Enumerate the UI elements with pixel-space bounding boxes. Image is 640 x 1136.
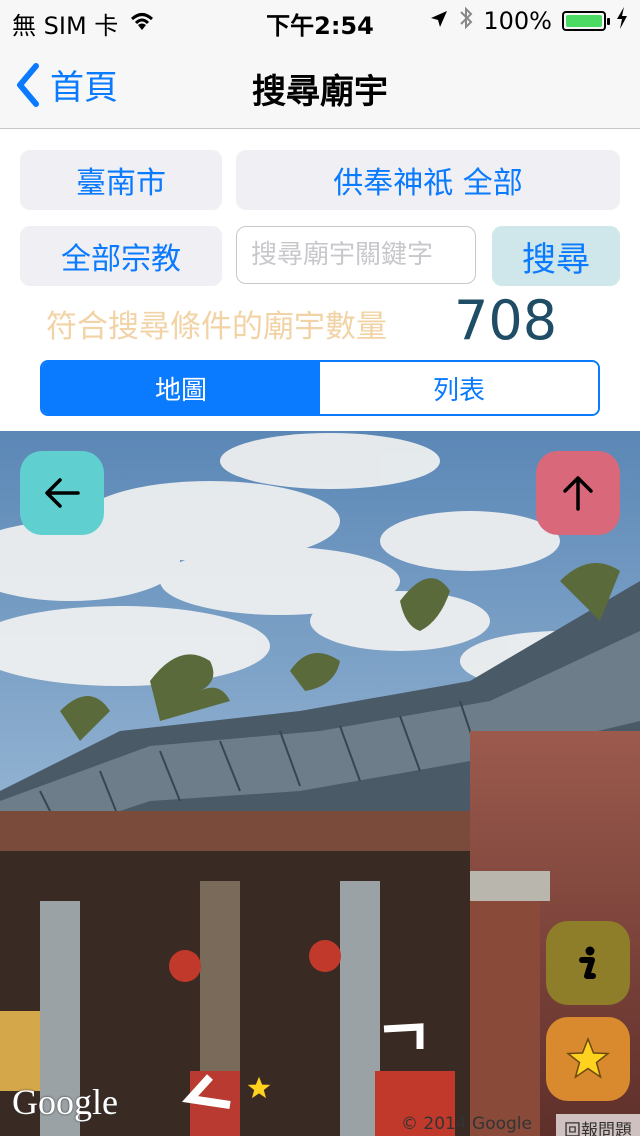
page-title: 搜尋廟宇 (252, 72, 388, 112)
star-icon (247, 1076, 271, 1099)
arrow-up-icon (563, 476, 593, 511)
street-marker (246, 1075, 272, 1105)
copyright-text: © 2014 Google (400, 1114, 532, 1134)
religion-button[interactable]: 全部宗教 (20, 226, 222, 286)
arrow-left-icon (45, 478, 80, 508)
street-back-button[interactable] (20, 451, 104, 535)
location-icon (429, 7, 449, 35)
chevron-left-icon (182, 1074, 231, 1109)
result-count-label: 符合搜尋條件的廟宇數量 (46, 309, 387, 345)
deity-button[interactable]: 供奉神祇 全部 (236, 150, 620, 210)
search-input[interactable] (236, 226, 476, 284)
navigation-arrow[interactable] (180, 1071, 240, 1115)
info-icon (579, 946, 596, 979)
result-count: 708 (454, 289, 558, 352)
bluetooth-icon (459, 6, 473, 36)
battery-icon (562, 11, 610, 31)
star-icon (565, 1036, 611, 1079)
charging-icon (616, 7, 628, 35)
search-button[interactable]: 搜尋 (492, 226, 620, 286)
street-view[interactable]: Google © 2014 Google 回報問題 (0, 431, 640, 1136)
compass-button[interactable] (536, 451, 620, 535)
tab-list[interactable]: 列表 (320, 362, 598, 414)
view-toggle: 地圖 列表 (40, 360, 600, 416)
favorite-button[interactable] (546, 1017, 630, 1101)
battery-percent: 100% (483, 7, 552, 35)
navigation-arrow[interactable] (380, 1023, 430, 1057)
google-logo: Google (12, 1082, 118, 1122)
navigation-bar: 首頁 搜尋廟宇 (0, 40, 640, 129)
tab-map[interactable]: 地圖 (42, 362, 320, 414)
temple-photo (0, 431, 640, 1136)
chevron-right-icon (383, 1023, 424, 1049)
report-problem-link[interactable]: 回報問題 (556, 1114, 640, 1136)
city-button[interactable]: 臺南市 (20, 150, 222, 210)
info-button[interactable] (546, 921, 630, 1005)
status-bar: 無 SIM 卡 下午2:54 100% (0, 0, 640, 40)
search-filters: 臺南市 供奉神祇 全部 全部宗教 搜尋 符合搜尋條件的廟宇數量 708 地圖 列… (0, 129, 640, 431)
